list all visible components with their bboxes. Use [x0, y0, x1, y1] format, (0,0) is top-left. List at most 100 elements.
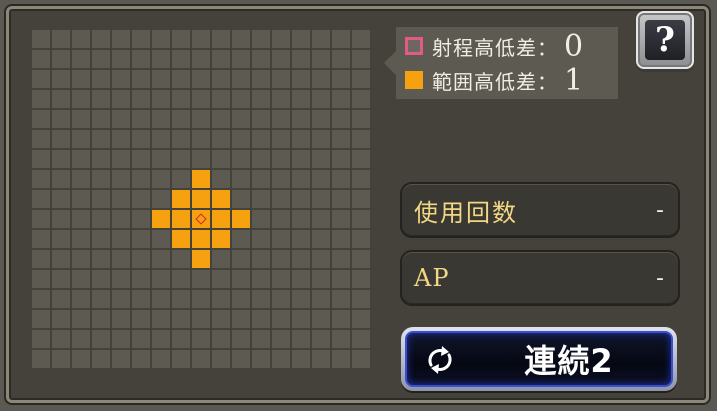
- grid-cell: [192, 350, 210, 368]
- area-swatch-icon: [405, 71, 423, 89]
- grid-cell: [292, 70, 310, 88]
- grid-cell: [292, 170, 310, 188]
- grid-cell: [252, 330, 270, 348]
- grid-cell: [332, 170, 350, 188]
- grid-cell: [252, 90, 270, 108]
- grid-cell: [52, 50, 70, 68]
- grid-cell: [252, 310, 270, 328]
- grid-cell: [252, 210, 270, 228]
- grid-cell: [272, 110, 290, 128]
- grid-cell: [332, 110, 350, 128]
- grid-cell: [252, 30, 270, 48]
- grid-cell: [132, 230, 150, 248]
- grid-cell: [292, 330, 310, 348]
- range-swatch-icon: [405, 37, 423, 55]
- grid-cell: [72, 110, 90, 128]
- grid-cell: [172, 30, 190, 48]
- grid-cell: [92, 190, 110, 208]
- grid-cell: [292, 150, 310, 168]
- grid-cell: [292, 130, 310, 148]
- grid-cell: [92, 210, 110, 228]
- grid-cell: [352, 130, 370, 148]
- grid-cell: [232, 70, 250, 88]
- grid-cell-highlighted: [192, 230, 210, 248]
- grid-cell: [52, 190, 70, 208]
- grid-cell: [52, 90, 70, 108]
- grid-cell: [112, 230, 130, 248]
- grid-cell: [332, 330, 350, 348]
- grid-cell: [352, 230, 370, 248]
- grid-cell: [272, 130, 290, 148]
- chain-button[interactable]: 連続2: [401, 327, 677, 391]
- grid-cell: [292, 270, 310, 288]
- grid-cell: [52, 30, 70, 48]
- uses-count-value: -: [656, 197, 664, 223]
- grid-cell-highlighted: [192, 250, 210, 268]
- grid-cell: [232, 350, 250, 368]
- grid-cell: [152, 270, 170, 288]
- grid-cell: [252, 190, 270, 208]
- grid-cell: [172, 270, 190, 288]
- area-height-row: 範囲高低差： 1: [405, 62, 584, 98]
- grid-cell: [152, 190, 170, 208]
- grid-cell: [212, 350, 230, 368]
- grid-cell: [192, 130, 210, 148]
- grid-cell: [132, 50, 150, 68]
- cycle-arrows-icon: [428, 346, 452, 374]
- grid-cell: [232, 130, 250, 148]
- grid-cell: [92, 330, 110, 348]
- grid-cell: [132, 110, 150, 128]
- grid-cell: [52, 230, 70, 248]
- grid-cell: [232, 150, 250, 168]
- grid-cell: [272, 70, 290, 88]
- grid-cell: [132, 270, 150, 288]
- grid-cell: [92, 310, 110, 328]
- grid-cell: [252, 130, 270, 148]
- grid-cell: [312, 150, 330, 168]
- grid-cell: [152, 310, 170, 328]
- grid-cell-highlighted: [232, 210, 250, 228]
- grid-cell: [192, 50, 210, 68]
- grid-cell: [252, 70, 270, 88]
- grid-cell: [212, 250, 230, 268]
- grid-cell: [72, 310, 90, 328]
- grid-cell: [32, 230, 50, 248]
- help-button[interactable]: ?: [636, 11, 694, 69]
- area-height-value: 1: [564, 62, 584, 98]
- grid-cell: [172, 150, 190, 168]
- grid-cell: [332, 190, 350, 208]
- grid-cell: [132, 210, 150, 228]
- grid-cell: [132, 330, 150, 348]
- grid-cell: [292, 30, 310, 48]
- grid-cell: [292, 310, 310, 328]
- grid-cell: [172, 50, 190, 68]
- grid-cell: [172, 130, 190, 148]
- grid-cell: [192, 290, 210, 308]
- grid-cell: [152, 350, 170, 368]
- grid-cell-highlighted: [212, 190, 230, 208]
- grid-cell: [172, 350, 190, 368]
- grid-cell: [132, 90, 150, 108]
- grid-cell: [252, 50, 270, 68]
- grid-cell: [352, 290, 370, 308]
- grid-cell: [312, 330, 330, 348]
- grid-cell: [272, 90, 290, 108]
- grid-cell: [292, 50, 310, 68]
- ap-value: -: [656, 265, 664, 291]
- grid-cell: [92, 50, 110, 68]
- grid-cell: [212, 150, 230, 168]
- grid-cell: [312, 130, 330, 148]
- grid-cell: [212, 310, 230, 328]
- grid-cell: [172, 110, 190, 128]
- grid-cell: [152, 30, 170, 48]
- grid-cell: [52, 310, 70, 328]
- grid-cell: [272, 230, 290, 248]
- grid-cell: [112, 130, 130, 148]
- grid-cell: [112, 30, 130, 48]
- grid-cell: [232, 310, 250, 328]
- grid-cell: [352, 350, 370, 368]
- grid-cell: [72, 270, 90, 288]
- grid-cell: [232, 330, 250, 348]
- grid-cell: [232, 250, 250, 268]
- grid-cell: [212, 70, 230, 88]
